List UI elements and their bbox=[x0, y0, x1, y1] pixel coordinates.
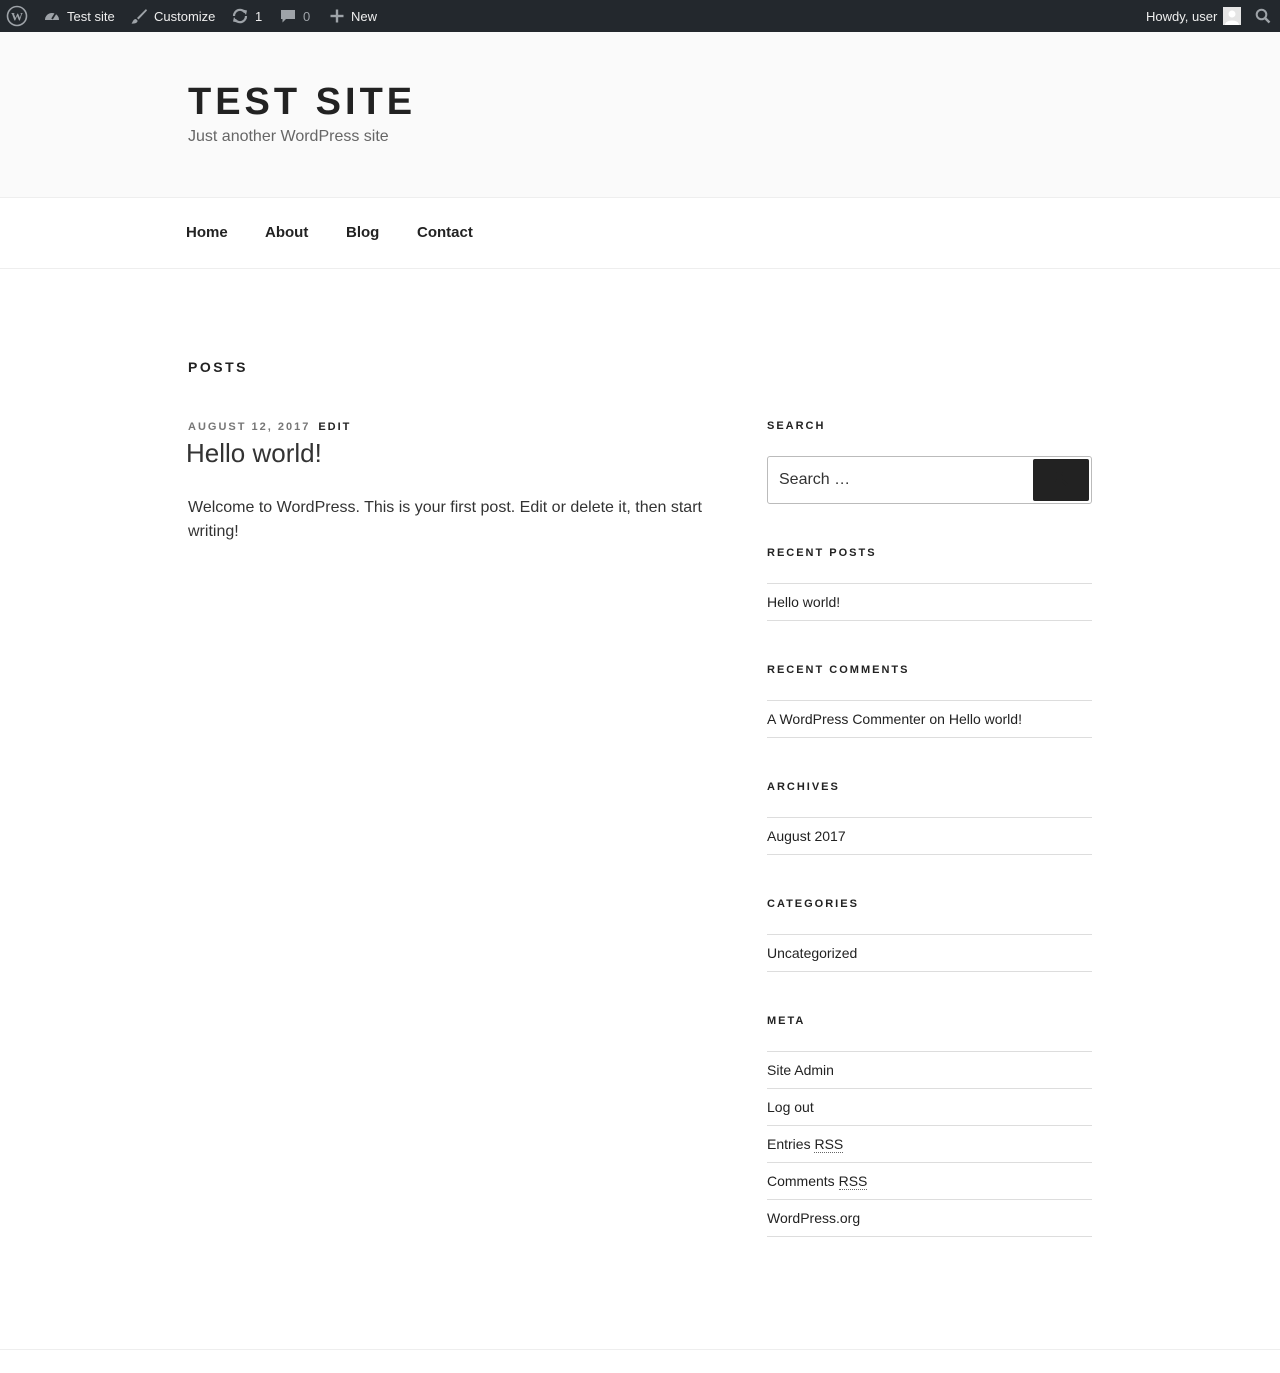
comment-bubble-icon bbox=[279, 7, 297, 25]
comment-post-link[interactable]: Hello world! bbox=[949, 711, 1022, 727]
site-header: TEST SITE Just another WordPress site bbox=[0, 32, 1280, 197]
recent-comments-list: A WordPress Commenter on Hello world! bbox=[767, 700, 1092, 738]
list-item: A WordPress Commenter on Hello world! bbox=[767, 700, 1092, 738]
customize-menu[interactable]: Customize bbox=[130, 0, 215, 32]
list-item: WordPress.org bbox=[767, 1199, 1092, 1237]
updates-count: 1 bbox=[255, 8, 263, 24]
categories-list: Uncategorized bbox=[767, 934, 1092, 972]
comments-label: Comments bbox=[767, 1173, 835, 1189]
search-icon bbox=[1053, 471, 1069, 490]
entries-label: Entries bbox=[767, 1136, 811, 1152]
rss-abbr: RSS bbox=[814, 1136, 844, 1153]
search-input[interactable] bbox=[768, 457, 1028, 503]
dashboard-icon bbox=[43, 7, 61, 25]
post-meta: AUGUST 12, 2017 EDIT bbox=[188, 421, 351, 433]
list-item: August 2017 bbox=[767, 817, 1092, 855]
meta-list: Site Admin Log out Entries RSS Comments … bbox=[767, 1051, 1092, 1237]
list-item: Comments RSS bbox=[767, 1162, 1092, 1199]
main-navigation: Home About Blog Contact bbox=[0, 197, 1280, 269]
page-title: POSTS bbox=[188, 359, 248, 375]
site-description: Just another WordPress site bbox=[188, 128, 389, 145]
archives-title: ARCHIVES bbox=[767, 781, 840, 793]
new-label: New bbox=[351, 8, 378, 24]
site-name-label: Test site bbox=[67, 8, 115, 24]
list-item: Uncategorized bbox=[767, 934, 1092, 972]
howdy-label: Howdy, user bbox=[1146, 8, 1218, 24]
post-date[interactable]: AUGUST 12, 2017 bbox=[188, 421, 310, 433]
list-item: Site Admin bbox=[767, 1051, 1092, 1088]
nav-item-home[interactable]: Home bbox=[186, 224, 228, 241]
search-widget-title: SEARCH bbox=[767, 420, 826, 432]
site-name-menu[interactable]: Test site bbox=[43, 0, 115, 32]
comment-author-link[interactable]: A WordPress Commenter bbox=[767, 711, 925, 727]
entries-rss-link[interactable]: Entries RSS bbox=[767, 1136, 844, 1153]
site-admin-link[interactable]: Site Admin bbox=[767, 1062, 834, 1078]
wordpress-org-link[interactable]: WordPress.org bbox=[767, 1210, 860, 1226]
category-link[interactable]: Uncategorized bbox=[767, 945, 857, 961]
admin-bar: W Test site Customize 1 0 New Howdy, use… bbox=[0, 0, 1280, 32]
comments-count: 0 bbox=[303, 8, 311, 24]
site-title[interactable]: TEST SITE bbox=[188, 80, 416, 124]
recent-posts-list: Hello world! bbox=[767, 583, 1092, 621]
recent-comments-title: RECENT COMMENTS bbox=[767, 664, 910, 676]
nav-item-contact[interactable]: Contact bbox=[417, 224, 473, 241]
rss-abbr: RSS bbox=[838, 1173, 868, 1190]
categories-title: CATEGORIES bbox=[767, 898, 859, 910]
meta-title: META bbox=[767, 1015, 806, 1027]
post-content: Welcome to WordPress. This is your first… bbox=[188, 499, 702, 540]
brush-icon bbox=[130, 7, 148, 25]
archives-list: August 2017 bbox=[767, 817, 1092, 855]
nav-item-about[interactable]: About bbox=[265, 224, 308, 241]
my-account-menu[interactable]: Howdy, user bbox=[1146, 0, 1242, 32]
search-form bbox=[767, 456, 1092, 504]
customize-label: Customize bbox=[154, 8, 216, 24]
avatar bbox=[1223, 7, 1242, 25]
admin-search-icon[interactable] bbox=[1255, 0, 1271, 32]
svg-text:W: W bbox=[11, 10, 23, 24]
comment-on-text: on bbox=[929, 711, 945, 727]
comments-rss-link[interactable]: Comments RSS bbox=[767, 1173, 868, 1190]
nav-item-blog[interactable]: Blog bbox=[346, 224, 379, 241]
wordpress-logo-icon[interactable]: W bbox=[6, 0, 28, 32]
recent-posts-title: RECENT POSTS bbox=[767, 547, 877, 559]
list-item: Entries RSS bbox=[767, 1125, 1092, 1162]
updates-menu[interactable]: 1 bbox=[231, 0, 262, 32]
updates-icon bbox=[231, 7, 249, 25]
post-title[interactable]: Hello world! bbox=[186, 438, 322, 469]
list-item: Hello world! bbox=[767, 583, 1092, 621]
comments-menu[interactable]: 0 bbox=[279, 0, 310, 32]
edit-post-link[interactable]: EDIT bbox=[318, 421, 351, 433]
archive-link[interactable]: August 2017 bbox=[767, 828, 846, 844]
plus-icon bbox=[329, 8, 345, 24]
footer-divider bbox=[0, 1349, 1280, 1350]
recent-post-link[interactable]: Hello world! bbox=[767, 594, 840, 610]
list-item: Log out bbox=[767, 1088, 1092, 1125]
new-content-menu[interactable]: New bbox=[329, 0, 377, 32]
search-submit-button[interactable] bbox=[1033, 459, 1089, 501]
log-out-link[interactable]: Log out bbox=[767, 1099, 814, 1115]
